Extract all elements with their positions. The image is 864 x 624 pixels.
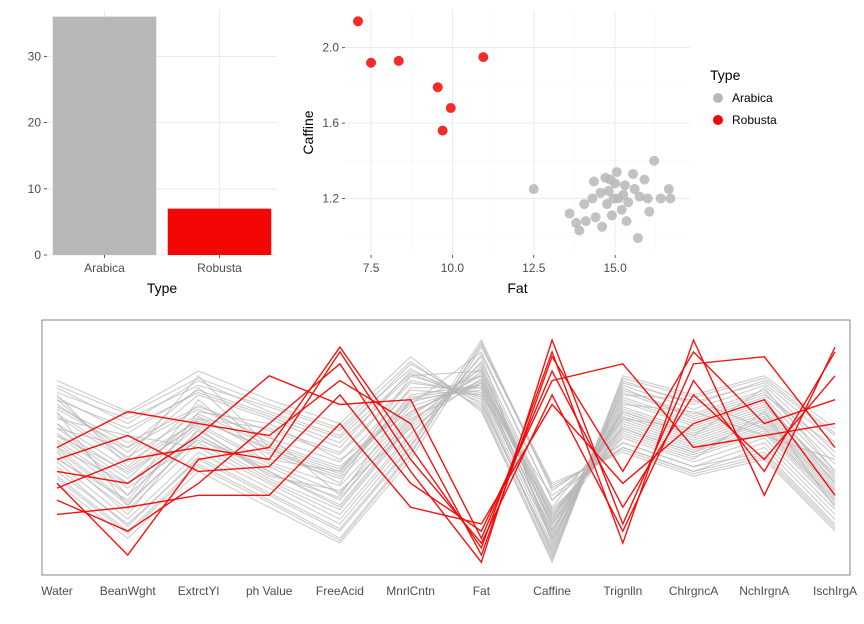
scatter-ylabel: Caffine — [300, 110, 316, 154]
parallel-axis-label: Trignlln — [603, 584, 642, 598]
parallel-axis-label: NchIrgnA — [739, 584, 789, 598]
bar-xlabel: Type — [147, 280, 178, 296]
parallel-line-Arabica — [57, 364, 835, 548]
bar-y-tick: 0 — [34, 248, 41, 262]
scatter-point-Robusta — [433, 82, 443, 92]
scatter-x-tick: 7.5 — [363, 261, 380, 275]
scatter-point-Arabica — [665, 193, 675, 203]
scatter-point-Arabica — [565, 209, 575, 219]
parallel-axis-label: MnrlCntn — [386, 584, 435, 598]
parallel-axis-label: ph Value — [246, 584, 293, 598]
scatter-x-tick: 12.5 — [522, 261, 546, 275]
bar-Arabica — [53, 17, 157, 255]
parallel-axis-label: Fat — [473, 584, 491, 598]
parallel-axis-label: ExtrctYl — [178, 584, 219, 598]
scatter-point-Arabica — [617, 205, 627, 215]
scatter-x-tick: 15.0 — [603, 261, 627, 275]
scatter-point-Arabica — [628, 169, 638, 179]
scatter-point-Arabica — [649, 156, 659, 166]
scatter-point-Robusta — [353, 16, 363, 26]
bar-x-tick: Arabica — [84, 261, 125, 275]
scatter-point-Arabica — [607, 210, 617, 220]
scatter-xlabel: Fat — [507, 280, 527, 296]
parallel-axis-label: Water — [41, 584, 73, 598]
scatter-point-Arabica — [581, 216, 591, 226]
scatter-point-Robusta — [366, 58, 376, 68]
parallel-axis-label: BeanWght — [100, 584, 157, 598]
bar-y-tick: 30 — [28, 49, 42, 63]
scatter-point-Arabica — [589, 177, 599, 187]
parallel-axis-label: IschIrgA — [813, 584, 857, 598]
scatter-point-Arabica — [597, 222, 607, 232]
scatter-point-Arabica — [644, 207, 654, 217]
bar-y-tick: 20 — [28, 116, 42, 130]
scatter-y-tick: 2.0 — [322, 41, 339, 55]
scatter-point-Robusta — [394, 56, 404, 66]
legend-swatch-Robusta — [713, 115, 723, 125]
bar-y-tick: 10 — [28, 182, 42, 196]
legend-label-Arabica: Arabica — [732, 91, 773, 105]
scatter-y-tick: 1.6 — [322, 116, 339, 130]
bar-Robusta — [168, 209, 272, 255]
scatter-point-Arabica — [610, 178, 620, 188]
scatter-point-Arabica — [612, 167, 622, 177]
scatter-point-Arabica — [579, 199, 589, 209]
scatter-point-Arabica — [574, 226, 584, 236]
bar-x-tick: Robusta — [197, 261, 242, 275]
scatter-x-tick: 10.0 — [441, 261, 465, 275]
scatter-point-Arabica — [639, 175, 649, 185]
parallel-axis-label: ChlrgncA — [669, 584, 718, 598]
scatter-y-tick: 1.2 — [322, 191, 339, 205]
scatter-point-Robusta — [446, 103, 456, 113]
scatter-point-Arabica — [622, 216, 632, 226]
scatter-point-Arabica — [529, 184, 539, 194]
scatter-point-Arabica — [591, 212, 601, 222]
parallel-line-Arabica — [57, 352, 835, 500]
parallel-axis-label: FreeAcid — [316, 584, 364, 598]
scatter-point-Arabica — [664, 184, 674, 194]
scatter-point-Robusta — [478, 52, 488, 62]
legend-title: Type — [710, 67, 741, 83]
scatter-point-Arabica — [656, 193, 666, 203]
scatter-point-Arabica — [623, 197, 633, 207]
scatter-point-Arabica — [643, 193, 653, 203]
scatter-point-Robusta — [438, 126, 448, 136]
legend-label-Robusta: Robusta — [732, 113, 777, 127]
scatter-point-Arabica — [620, 180, 630, 190]
scatter-point-Arabica — [587, 193, 597, 203]
scatter-panel — [345, 10, 690, 255]
legend-swatch-Arabica — [713, 93, 723, 103]
scatter-point-Arabica — [633, 233, 643, 243]
parallel-axis-label: Caffine — [533, 584, 571, 598]
